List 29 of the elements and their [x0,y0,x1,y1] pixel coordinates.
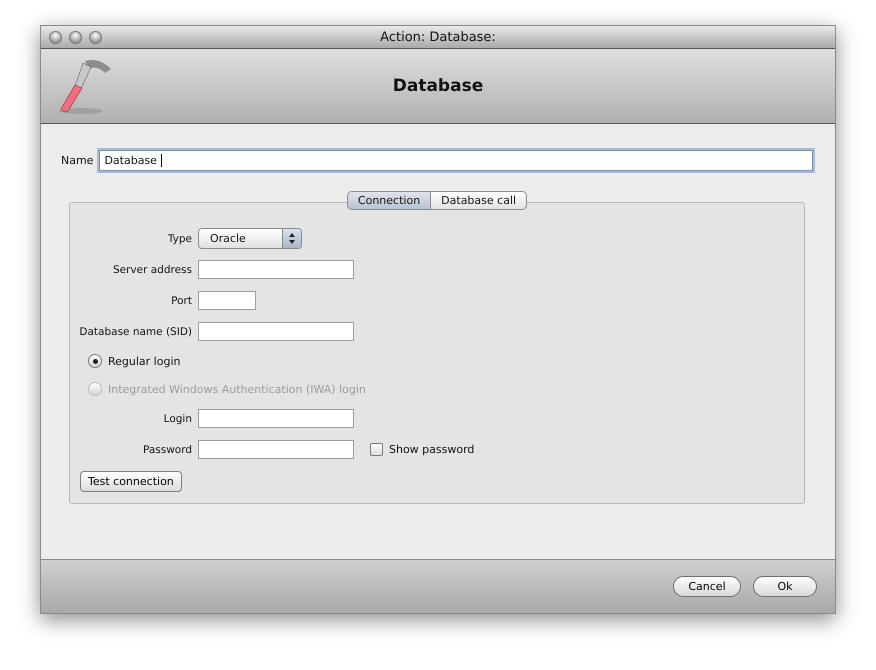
window-control-icon[interactable] [89,30,102,44]
window-title: Action: Database: [380,30,496,44]
name-field[interactable]: Database [99,150,813,171]
window-control-icon[interactable] [69,30,82,44]
input-field[interactable] [198,322,354,341]
radio-button[interactable] [88,354,102,368]
cancel-button[interactable]: Cancel [673,576,741,597]
field-label: Port [170,294,192,306]
type-dropdown[interactable]: Oracle [198,228,302,249]
checkbox-label: Show password [389,443,474,456]
field-label: Server address [112,264,192,276]
tab[interactable]: Connection [346,191,432,210]
tab[interactable]: Database call [431,191,528,210]
field-label: Password [142,444,192,456]
radio-label: Regular login [108,354,180,368]
dialog-heading: Database [392,76,484,96]
input-field[interactable] [198,409,354,428]
test-connection-button[interactable]: Test connection [80,471,182,492]
window-control-icon[interactable] [49,30,62,44]
checkbox[interactable] [370,443,383,456]
input-field[interactable] [198,440,354,459]
ok-button[interactable]: Ok [753,576,817,597]
input-field[interactable] [198,260,354,279]
radio-label: Integrated Windows Authentication (IWA) login [108,382,366,396]
field-label: Type [166,232,192,244]
field-label: Name [61,154,94,167]
input-field[interactable] [198,291,256,310]
field-label: Login [162,412,192,424]
field-label: Database name (SID) [78,326,192,338]
